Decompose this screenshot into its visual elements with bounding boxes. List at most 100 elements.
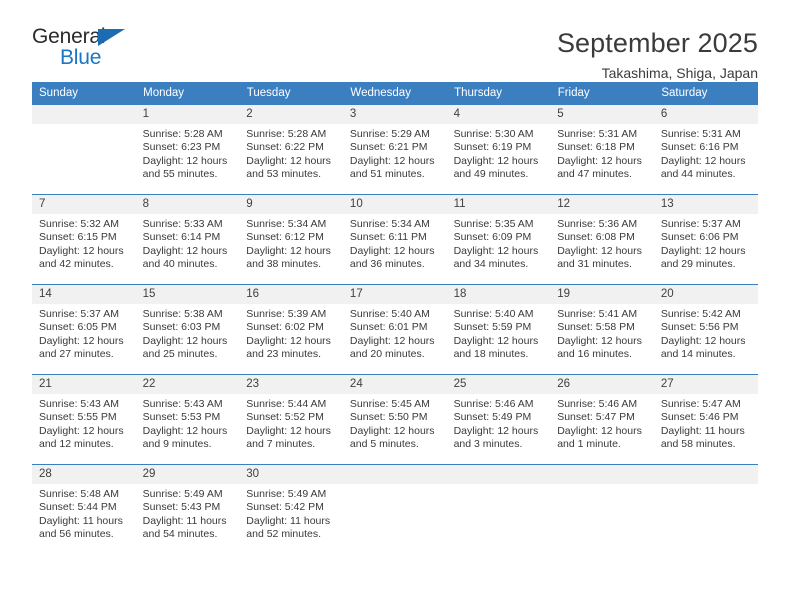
calendar-day-cell[interactable]: 30 Sunrise: 5:49 AM Sunset: 5:42 PM Dayligh… xyxy=(239,464,343,555)
daylight-text-line2: and 38 minutes. xyxy=(246,258,321,271)
sunset-text: Sunset: 5:43 PM xyxy=(142,501,221,514)
calendar-day-cell[interactable]: 24 Sunrise: 5:45 AM Sunset: 5:50 PM Dayligh… xyxy=(342,374,447,465)
daylight-text-line1: Daylight: 12 hours xyxy=(246,244,331,257)
generalblue-logo[interactable]: General Blue xyxy=(32,26,144,74)
day-details: Sunrise: 5:36 AM Sunset: 6:08 PM Daylight:… xyxy=(550,214,654,272)
triangle-icon xyxy=(98,29,125,46)
day-details: Sunrise: 5:47 AM Sunset: 5:46 PM Daylight:… xyxy=(654,394,758,452)
calendar-day-cell[interactable]: 18 Sunrise: 5:40 AM Sunset: 5:59 PM Dayligh… xyxy=(446,284,551,375)
daylight-text-line2: and 52 minutes. xyxy=(246,528,321,541)
daylight-text-line1: Daylight: 11 hours xyxy=(142,514,227,527)
calendar-day-cell[interactable]: 10 Sunrise: 5:34 AM Sunset: 6:11 PM Dayligh… xyxy=(342,194,447,285)
sunset-text: Sunset: 5:49 PM xyxy=(453,411,532,424)
calendar-day-cell[interactable]: 3 Sunrise: 5:29 AM Sunset: 6:21 PM Daylight… xyxy=(342,104,447,195)
sunrise-text: Sunrise: 5:28 AM xyxy=(142,128,223,140)
day-number: 18 xyxy=(446,285,551,304)
daylight-text-line2: and 53 minutes. xyxy=(246,168,321,181)
calendar-day-cell[interactable]: 11 Sunrise: 5:35 AM Sunset: 6:09 PM Dayligh… xyxy=(446,194,551,285)
sunrise-text: Sunrise: 5:39 AM xyxy=(246,308,327,320)
daylight-text-line2: and 23 minutes. xyxy=(246,348,321,361)
sunset-text: Sunset: 6:03 PM xyxy=(142,321,221,334)
page-header: General Blue September 2025 Takashima, S… xyxy=(0,0,792,82)
day-details: Sunrise: 5:32 AM Sunset: 6:15 PM Daylight:… xyxy=(32,214,136,272)
calendar-week-row: 14 Sunrise: 5:37 AM Sunset: 6:05 PM Dayligh… xyxy=(32,284,758,375)
day-number: 29 xyxy=(135,465,240,484)
daylight-text-line2: and 34 minutes. xyxy=(453,258,529,271)
calendar-day-cell[interactable]: 28 Sunrise: 5:48 AM Sunset: 5:44 PM Dayligh… xyxy=(32,464,136,555)
sunset-text: Sunset: 6:02 PM xyxy=(246,321,324,334)
sunrise-text: Sunrise: 5:44 AM xyxy=(246,398,327,410)
calendar-day-cell[interactable]: 9 Sunrise: 5:34 AM Sunset: 6:12 PM Daylight… xyxy=(239,194,343,285)
sunset-text: Sunset: 5:46 PM xyxy=(660,411,739,424)
sunrise-text: Sunrise: 5:31 AM xyxy=(557,128,638,140)
sunrise-text: Sunrise: 5:30 AM xyxy=(453,128,534,140)
daylight-text-line2: and 16 minutes. xyxy=(557,348,632,361)
calendar-day-cell[interactable]: 7 Sunrise: 5:32 AM Sunset: 6:15 PM Daylight… xyxy=(32,194,136,285)
calendar-day-cell-empty xyxy=(550,464,654,555)
calendar-day-cell[interactable]: 6 Sunrise: 5:31 AM Sunset: 6:16 PM Daylight… xyxy=(653,104,758,195)
day-number xyxy=(32,105,136,124)
day-details: Sunrise: 5:49 AM Sunset: 5:43 PM Daylight:… xyxy=(136,484,240,542)
calendar-day-cell[interactable]: 20 Sunrise: 5:42 AM Sunset: 5:56 PM Dayligh… xyxy=(653,284,758,375)
day-details: Sunrise: 5:37 AM Sunset: 6:06 PM Daylight:… xyxy=(654,214,758,272)
day-details: Sunrise: 5:30 AM Sunset: 6:19 PM Daylight:… xyxy=(447,124,551,182)
calendar-day-cell[interactable]: 25 Sunrise: 5:46 AM Sunset: 5:49 PM Dayligh… xyxy=(446,374,551,465)
daylight-text-line2: and 58 minutes. xyxy=(660,438,736,451)
day-details: Sunrise: 5:48 AM Sunset: 5:44 PM Daylight:… xyxy=(32,484,136,542)
sunrise-text: Sunrise: 5:45 AM xyxy=(349,398,430,410)
calendar-day-cell[interactable]: 5 Sunrise: 5:31 AM Sunset: 6:18 PM Daylight… xyxy=(550,104,654,195)
calendar-day-cell[interactable]: 2 Sunrise: 5:28 AM Sunset: 6:22 PM Daylight… xyxy=(239,104,343,195)
sunrise-text: Sunrise: 5:46 AM xyxy=(557,398,638,410)
daylight-text-line1: Daylight: 12 hours xyxy=(557,154,642,167)
sunrise-text: Sunrise: 5:43 AM xyxy=(142,398,223,410)
calendar-day-cell[interactable]: 17 Sunrise: 5:40 AM Sunset: 6:01 PM Dayligh… xyxy=(342,284,447,375)
sunrise-text: Sunrise: 5:34 AM xyxy=(349,218,430,230)
calendar-day-cell[interactable]: 15 Sunrise: 5:38 AM Sunset: 6:03 PM Dayligh… xyxy=(135,284,240,375)
calendar-day-cell[interactable]: 8 Sunrise: 5:33 AM Sunset: 6:14 PM Daylight… xyxy=(135,194,240,285)
calendar-day-cell[interactable]: 29 Sunrise: 5:49 AM Sunset: 5:43 PM Dayligh… xyxy=(135,464,240,555)
calendar-day-cell[interactable]: 13 Sunrise: 5:37 AM Sunset: 6:06 PM Dayligh… xyxy=(653,194,758,285)
calendar-day-cell[interactable]: 27 Sunrise: 5:47 AM Sunset: 5:46 PM Dayligh… xyxy=(653,374,758,465)
day-number: 25 xyxy=(446,375,551,394)
sunset-text: Sunset: 5:53 PM xyxy=(142,411,221,424)
daylight-text-line2: and 5 minutes. xyxy=(349,438,419,451)
daylight-text-line1: Daylight: 11 hours xyxy=(246,514,331,527)
day-details: Sunrise: 5:35 AM Sunset: 6:09 PM Daylight:… xyxy=(447,214,551,272)
day-number xyxy=(342,465,447,484)
day-details: Sunrise: 5:38 AM Sunset: 6:03 PM Daylight:… xyxy=(136,304,240,362)
title-block: September 2025 Takashima, Shiga, Japan xyxy=(557,26,758,83)
calendar-week-row: 7 Sunrise: 5:32 AM Sunset: 6:15 PM Daylight… xyxy=(32,194,758,285)
day-details: Sunrise: 5:33 AM Sunset: 6:14 PM Daylight:… xyxy=(136,214,240,272)
weekday-header-tuesday: Tuesday xyxy=(239,82,344,105)
calendar-week-row: 28 Sunrise: 5:48 AM Sunset: 5:44 PM Dayligh… xyxy=(32,464,758,555)
calendar-day-cell[interactable]: 12 Sunrise: 5:36 AM Sunset: 6:08 PM Dayligh… xyxy=(550,194,654,285)
sunrise-text: Sunrise: 5:37 AM xyxy=(660,218,741,230)
calendar-day-cell[interactable]: 19 Sunrise: 5:41 AM Sunset: 5:58 PM Dayligh… xyxy=(550,284,654,375)
calendar-day-cell-empty xyxy=(446,464,551,555)
sunrise-text: Sunrise: 5:48 AM xyxy=(39,488,119,500)
day-number: 28 xyxy=(32,465,136,484)
calendar-day-cell-empty xyxy=(32,104,136,195)
daylight-text-line1: Daylight: 12 hours xyxy=(39,244,124,257)
sunrise-text: Sunrise: 5:40 AM xyxy=(453,308,534,320)
calendar-day-cell[interactable]: 4 Sunrise: 5:30 AM Sunset: 6:19 PM Daylight… xyxy=(446,104,551,195)
calendar-day-cell-empty xyxy=(653,464,758,555)
calendar-day-cell[interactable]: 16 Sunrise: 5:39 AM Sunset: 6:02 PM Dayligh… xyxy=(239,284,343,375)
sunrise-text: Sunrise: 5:38 AM xyxy=(142,308,223,320)
day-number: 20 xyxy=(653,285,758,304)
calendar-day-cell[interactable]: 23 Sunrise: 5:44 AM Sunset: 5:52 PM Dayligh… xyxy=(239,374,343,465)
daylight-text-line1: Daylight: 12 hours xyxy=(246,334,331,347)
calendar-day-cell[interactable]: 1 Sunrise: 5:28 AM Sunset: 6:23 PM Daylight… xyxy=(135,104,240,195)
daylight-text-line2: and 20 minutes. xyxy=(349,348,425,361)
day-number: 2 xyxy=(239,105,343,124)
daylight-text-line1: Daylight: 12 hours xyxy=(660,154,746,167)
calendar-day-cell[interactable]: 22 Sunrise: 5:43 AM Sunset: 5:53 PM Dayligh… xyxy=(135,374,240,465)
daylight-text-line2: and 3 minutes. xyxy=(453,438,523,451)
calendar-day-cell[interactable]: 14 Sunrise: 5:37 AM Sunset: 6:05 PM Dayligh… xyxy=(32,284,136,375)
daylight-text-line2: and 27 minutes. xyxy=(39,348,114,361)
daylight-text-line1: Daylight: 12 hours xyxy=(349,424,435,437)
daylight-text-line1: Daylight: 12 hours xyxy=(453,154,539,167)
calendar-day-cell[interactable]: 21 Sunrise: 5:43 AM Sunset: 5:55 PM Dayligh… xyxy=(32,374,136,465)
day-details: Sunrise: 5:28 AM Sunset: 6:22 PM Daylight:… xyxy=(239,124,343,182)
calendar-day-cell[interactable]: 26 Sunrise: 5:46 AM Sunset: 5:47 PM Dayligh… xyxy=(550,374,654,465)
